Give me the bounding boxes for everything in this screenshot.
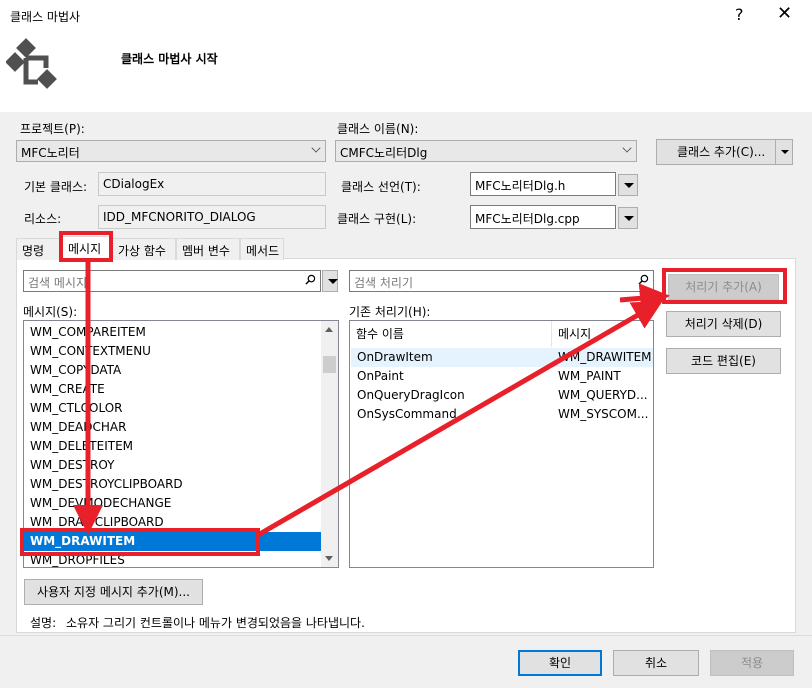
list-item[interactable]: WM_CONTEXTMENU	[24, 342, 338, 361]
handler-function: OnPaint	[357, 369, 404, 383]
handler-message: WM_QUERYD...	[558, 388, 648, 402]
base-class-label: 기본 클래스:	[24, 180, 88, 194]
handlers-label: 기존 처리기(H):	[349, 305, 431, 319]
tab-commands[interactable]: 명령	[16, 238, 62, 260]
class-wizard-logo-icon	[6, 38, 57, 89]
delete-handler-button[interactable]: 처리기 삭제(D)	[666, 311, 781, 337]
split-divider	[775, 140, 776, 164]
messages-scrollbar[interactable]	[321, 321, 338, 567]
description-label: 설명:	[30, 616, 57, 630]
class-decl-dropdown[interactable]	[618, 174, 638, 196]
wizard-header: 클래스 마법사 시작	[0, 32, 812, 112]
tab-methods[interactable]: 메서드	[240, 238, 284, 260]
ok-button[interactable]: 확인	[518, 650, 602, 676]
list-item[interactable]: WM_DEVMODECHANGE	[24, 494, 338, 513]
window-title: 클래스 마법사	[10, 10, 81, 24]
table-row[interactable]: OnSysCommand WM_SYSCOM...	[351, 405, 653, 424]
base-class-field: CDialogEx	[98, 172, 326, 196]
tab-member-variables[interactable]: 멤버 변수	[176, 238, 240, 260]
tab-messages[interactable]: 메시지	[62, 236, 112, 259]
title-bar: 클래스 마법사 ? ✕	[0, 0, 812, 32]
column-header-function[interactable]: 함수 이름	[350, 321, 552, 347]
class-decl-label: 클래스 선언(T):	[341, 180, 421, 194]
column-header-message[interactable]: 메시지	[552, 321, 653, 347]
message-search-input[interactable]: 검색 메시지	[23, 270, 321, 292]
table-row[interactable]: OnDrawItem WM_DRAWITEM	[351, 348, 653, 367]
list-item[interactable]: WM_DELETEITEM	[24, 437, 338, 456]
list-item[interactable]: WM_CTLCOLOR	[24, 399, 338, 418]
close-button[interactable]: ✕	[777, 3, 792, 24]
class-name-value: CMFC노리터Dlg	[340, 146, 428, 160]
class-name-combo[interactable]: CMFC노리터Dlg	[335, 140, 637, 162]
message-search-placeholder: 검색 메시지	[28, 276, 88, 290]
chevron-down-icon	[311, 143, 321, 153]
list-item[interactable]: WM_COMPAREITEM	[24, 323, 338, 342]
list-item[interactable]: WM_DRAWCLIPBOARD	[24, 513, 338, 532]
handler-function: OnQueryDragIcon	[357, 388, 465, 402]
handler-function: OnDrawItem	[357, 350, 433, 364]
table-row[interactable]: OnPaint WM_PAINT	[351, 367, 653, 386]
add-class-label: 클래스 추가(C)...	[677, 145, 766, 159]
scroll-up-icon[interactable]	[325, 327, 333, 332]
list-item[interactable]: WM_DEADCHAR	[24, 418, 338, 437]
messages-list[interactable]: WM_COMPAREITEM WM_CONTEXTMENU WM_COPYDAT…	[23, 320, 339, 568]
list-item[interactable]: WM_COPYDATA	[24, 361, 338, 380]
list-item[interactable]: WM_DROPFILES	[24, 551, 338, 567]
tab-virtual-functions[interactable]: 가상 함수	[112, 238, 176, 260]
scroll-down-icon[interactable]	[325, 556, 333, 561]
list-item[interactable]: WM_CREATE	[24, 380, 338, 399]
handler-search-input[interactable]: 검색 처리기	[349, 270, 654, 292]
description-text: 소유자 그리기 컨트롤이나 메뉴가 변경되었음을 나타냅니다.	[66, 616, 365, 630]
add-custom-message-button[interactable]: 사용자 지정 메시지 추가(M)...	[24, 579, 203, 605]
scroll-thumb[interactable]	[323, 356, 336, 373]
handler-message: WM_DRAWITEM	[558, 350, 652, 364]
search-icon[interactable]	[638, 274, 649, 285]
class-name-label: 클래스 이름(N):	[337, 122, 419, 136]
class-impl-field[interactable]: MFC노리터Dlg.cpp	[470, 205, 616, 229]
resource-label: 리소스:	[24, 212, 62, 226]
project-label: 프로젝트(P):	[20, 122, 85, 136]
edit-code-button[interactable]: 코드 편집(E)	[666, 348, 781, 374]
cancel-button[interactable]: 취소	[613, 650, 699, 676]
page-heading: 클래스 마법사 시작	[121, 52, 218, 66]
handlers-list[interactable]: 함수 이름 메시지 OnDrawItem WM_DRAWITEM OnPaint…	[349, 320, 654, 568]
search-icon[interactable]	[305, 274, 316, 285]
class-impl-dropdown[interactable]	[618, 207, 638, 229]
handler-message: WM_SYSCOM...	[558, 407, 649, 421]
messages-label: 메시지(S):	[23, 305, 78, 319]
list-item-selected[interactable]: WM_DRAWITEM	[24, 532, 338, 551]
handler-function: OnSysCommand	[357, 407, 457, 421]
class-decl-field[interactable]: MFC노리터Dlg.h	[470, 172, 616, 196]
table-row[interactable]: OnQueryDragIcon WM_QUERYD...	[351, 386, 653, 405]
add-handler-button[interactable]: 처리기 추가(A)	[668, 274, 779, 300]
handler-search-placeholder: 검색 처리기	[354, 276, 414, 290]
project-value: MFC노리터	[21, 146, 80, 160]
chevron-down-icon	[622, 143, 632, 153]
list-item[interactable]: WM_DESTROYCLIPBOARD	[24, 475, 338, 494]
resource-field: IDD_MFCNORITO_DIALOG	[98, 205, 326, 229]
project-combo[interactable]: MFC노리터	[16, 140, 326, 162]
help-button[interactable]: ?	[735, 5, 744, 24]
add-class-button[interactable]: 클래스 추가(C)...	[656, 139, 793, 165]
class-impl-label: 클래스 구현(L):	[337, 212, 417, 226]
caret-down-icon[interactable]	[781, 150, 789, 154]
apply-button: 적용	[710, 650, 794, 676]
handler-message: WM_PAINT	[558, 369, 621, 383]
list-item[interactable]: WM_DESTROY	[24, 456, 338, 475]
message-filter-dropdown[interactable]	[322, 270, 338, 292]
